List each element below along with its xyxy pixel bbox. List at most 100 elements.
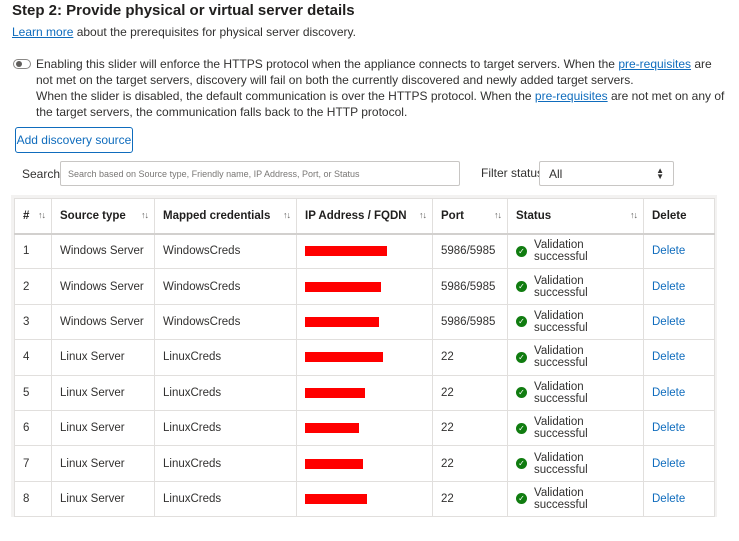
description-para-1: Enabling this slider will enforce the HT… bbox=[36, 56, 726, 88]
cell-ip-address bbox=[296, 480, 433, 518]
check-circle-icon: ✓ bbox=[516, 245, 527, 257]
cell-port: 5986/5985 bbox=[432, 268, 508, 305]
status: ✓ Validation successful bbox=[516, 487, 635, 511]
redaction-mark bbox=[305, 493, 367, 504]
https-toggle[interactable] bbox=[13, 59, 31, 69]
description-text: Enabling this slider will enforce the HT… bbox=[36, 57, 619, 71]
prerequisites-link[interactable]: pre-requisites bbox=[535, 89, 608, 103]
status-text: Validation successful bbox=[534, 239, 588, 264]
delete-link[interactable]: Delete bbox=[643, 374, 715, 411]
column-header-status[interactable]: Status ↑↓ bbox=[507, 198, 644, 235]
sort-arrows-icon[interactable]: ↑↓ bbox=[38, 210, 46, 220]
delete-link[interactable]: Delete bbox=[643, 445, 715, 482]
cell-status: ✓ Validation successful bbox=[507, 339, 644, 376]
cell-port: 5986/5985 bbox=[432, 303, 508, 341]
cell-ip-address bbox=[296, 232, 433, 270]
cell-ip-address bbox=[296, 409, 433, 447]
column-header-delete: Delete bbox=[643, 198, 715, 235]
status: ✓ Validation successful bbox=[516, 310, 635, 334]
cell-status: ✓ Validation successful bbox=[507, 480, 644, 518]
cell-ip-address bbox=[296, 445, 433, 482]
cell-source-type: Windows Server bbox=[51, 232, 155, 270]
cell-source-type: Linux Server bbox=[51, 374, 155, 411]
cell-ip-address bbox=[296, 339, 433, 376]
learn-more-link[interactable]: Learn more bbox=[12, 25, 73, 39]
cell-source-type: Linux Server bbox=[51, 445, 155, 482]
cell-mapped-credentials: LinuxCreds bbox=[154, 445, 297, 482]
status: ✓ Validation successful bbox=[516, 239, 635, 263]
cell-ip-address bbox=[296, 374, 433, 411]
delete-link[interactable]: Delete bbox=[643, 303, 715, 341]
check-circle-icon: ✓ bbox=[516, 387, 527, 399]
table-row: 4 Linux Server LinuxCreds 22 ✓ Validation suc… bbox=[14, 339, 715, 376]
cell-mapped-credentials: LinuxCreds bbox=[154, 339, 297, 376]
table-row: 8 Linux Server LinuxCreds 22 ✓ Validation suc… bbox=[14, 480, 715, 518]
delete-link[interactable]: Delete bbox=[643, 339, 715, 376]
learn-more-line: Learn more about the prerequisites for p… bbox=[12, 25, 356, 39]
page-title: Step 2: Provide physical or virtual serv… bbox=[12, 2, 355, 19]
column-header-num[interactable]: # ↑↓ bbox=[14, 198, 52, 235]
table-row: 3 Windows Server WindowsCreds 5986/5985 ✓ Val… bbox=[14, 303, 715, 341]
cell-num: 6 bbox=[14, 409, 52, 447]
learn-more-suffix: about the prerequisites for physical ser… bbox=[73, 25, 356, 39]
column-label: Source type bbox=[60, 209, 126, 222]
cell-num: 1 bbox=[14, 232, 52, 270]
cell-num: 8 bbox=[14, 480, 52, 518]
search-input[interactable] bbox=[60, 161, 460, 186]
sort-arrows-icon[interactable]: ↑↓ bbox=[141, 210, 149, 220]
cell-status: ✓ Validation successful bbox=[507, 268, 644, 305]
cell-num: 7 bbox=[14, 445, 52, 482]
cell-source-type: Windows Server bbox=[51, 303, 155, 341]
sort-arrows-icon[interactable]: ↑↓ bbox=[630, 210, 638, 220]
chevron-updown-icon: ▲ ▼ bbox=[656, 165, 664, 181]
add-discovery-source-button[interactable]: Add discovery source bbox=[15, 127, 133, 153]
column-label: # bbox=[23, 209, 30, 222]
column-header-port[interactable]: Port ↑↓ bbox=[432, 198, 508, 235]
redaction-mark bbox=[305, 352, 383, 363]
filter-status-select[interactable]: All ▲ ▼ bbox=[539, 161, 674, 186]
check-circle-icon: ✓ bbox=[516, 316, 527, 328]
cell-port: 22 bbox=[432, 445, 508, 482]
status-text: Validation successful bbox=[534, 486, 588, 511]
redaction-mark bbox=[305, 387, 365, 398]
search-label: Search: bbox=[22, 167, 64, 181]
delete-link[interactable]: Delete bbox=[643, 480, 715, 518]
cell-source-type: Linux Server bbox=[51, 480, 155, 518]
filter-status-value: All bbox=[549, 166, 563, 181]
cell-mapped-credentials: WindowsCreds bbox=[154, 232, 297, 270]
discovery-table-container: # ↑↓ Source type ↑↓ Mapped credentials ↑↓ I… bbox=[11, 195, 717, 518]
cell-num: 3 bbox=[14, 303, 52, 341]
table-header-row: # ↑↓ Source type ↑↓ Mapped credentials ↑↓ I… bbox=[14, 198, 715, 235]
delete-link[interactable]: Delete bbox=[643, 268, 715, 305]
column-header-mapped-credentials[interactable]: Mapped credentials ↑↓ bbox=[154, 198, 297, 235]
redaction-mark bbox=[305, 423, 359, 434]
column-label: Delete bbox=[652, 209, 687, 222]
redaction-mark bbox=[305, 316, 379, 327]
column-header-source-type[interactable]: Source type ↑↓ bbox=[51, 198, 155, 235]
status-text: Validation successful bbox=[534, 274, 588, 299]
sort-arrows-icon[interactable]: ↑↓ bbox=[494, 210, 502, 220]
filter-status-label: Filter status bbox=[481, 166, 544, 180]
status: ✓ Validation successful bbox=[516, 345, 635, 369]
toggle-knob bbox=[16, 61, 22, 67]
status-text: Validation successful bbox=[534, 345, 588, 370]
status: ✓ Validation successful bbox=[516, 452, 635, 476]
cell-status: ✓ Validation successful bbox=[507, 374, 644, 411]
cell-source-type: Linux Server bbox=[51, 339, 155, 376]
sort-arrows-icon[interactable]: ↑↓ bbox=[283, 210, 291, 220]
column-label: Status bbox=[516, 209, 552, 222]
delete-link[interactable]: Delete bbox=[643, 409, 715, 447]
delete-link[interactable]: Delete bbox=[643, 232, 715, 270]
cell-status: ✓ Validation successful bbox=[507, 445, 644, 482]
cell-mapped-credentials: LinuxCreds bbox=[154, 480, 297, 518]
column-header-ip-address[interactable]: IP Address / FQDN ↑↓ bbox=[296, 198, 433, 235]
status: ✓ Validation successful bbox=[516, 381, 635, 405]
status: ✓ Validation successful bbox=[516, 275, 635, 299]
prerequisites-link[interactable]: pre-requisites bbox=[618, 57, 691, 71]
redaction-mark bbox=[305, 458, 363, 469]
sort-arrows-icon[interactable]: ↑↓ bbox=[419, 210, 427, 220]
column-label: Mapped credentials bbox=[163, 209, 271, 222]
cell-port: 5986/5985 bbox=[432, 232, 508, 270]
redaction-mark bbox=[305, 246, 387, 257]
column-label: Port bbox=[441, 209, 464, 222]
